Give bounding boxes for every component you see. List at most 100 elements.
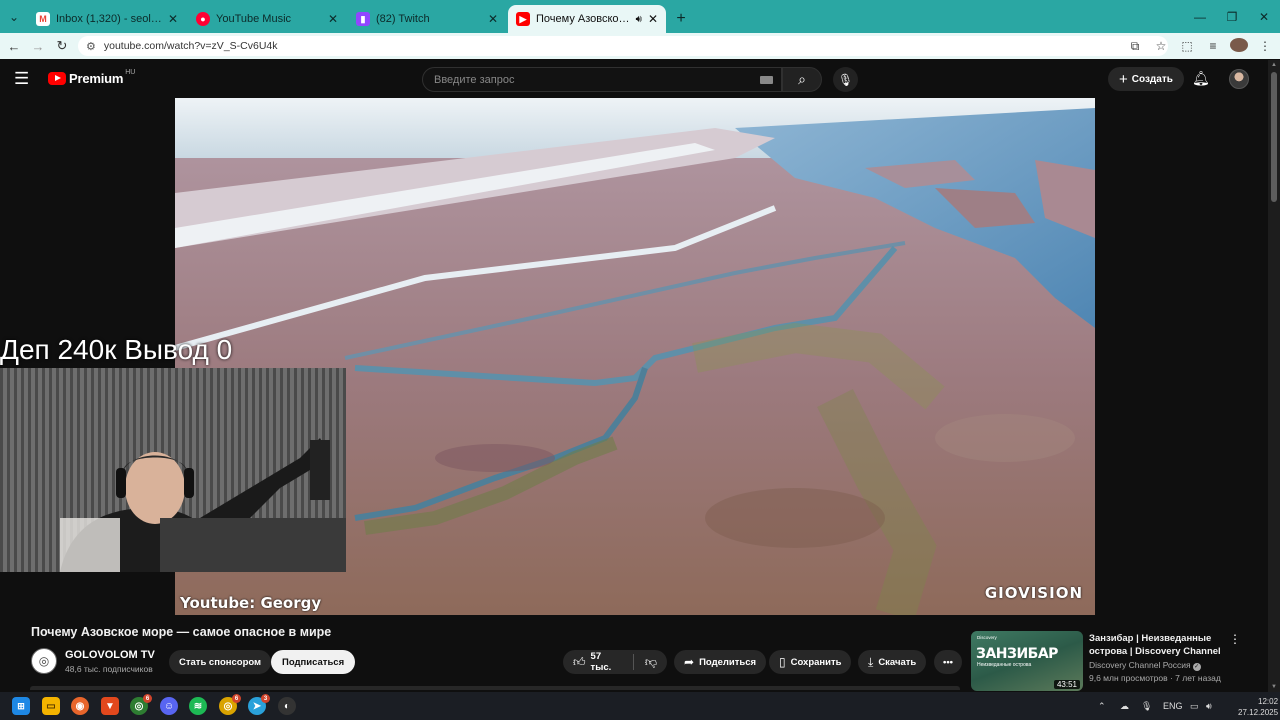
notifications-bell-icon[interactable]: 🔔︎	[1192, 70, 1210, 87]
stream-overlay-text: Деп 240к Вывод 0	[0, 334, 233, 365]
brand-label: Premium	[69, 71, 124, 86]
tray-overflow-icon[interactable]: ⌃	[1098, 692, 1106, 720]
search-box[interactable]	[422, 67, 782, 92]
tab-youtube-music[interactable]: ● YouTube Music ✕	[188, 5, 346, 33]
tab-title: YouTube Music	[216, 13, 292, 25]
tab-title: Почему Азовское море —	[536, 13, 632, 25]
youtube-play-icon	[48, 72, 66, 85]
firefox-icon[interactable]: ◉	[71, 697, 89, 715]
channel-name[interactable]: GOLOVOLOM TV	[65, 649, 155, 661]
cast-icon[interactable]: ⧉	[1126, 39, 1144, 54]
like-count[interactable]: 57 тыс.	[591, 651, 622, 673]
voice-search-button[interactable]: 🎙︎	[833, 67, 858, 92]
chrome-profile-icon[interactable]: ◎ 6	[219, 694, 241, 715]
close-tab-icon[interactable]: ✕	[168, 12, 178, 26]
twitch-icon: ▮	[356, 12, 370, 26]
plus-icon: +	[1119, 70, 1128, 88]
recommended-video-title[interactable]: Занзибар | Неизведанные острова | Discov…	[1089, 632, 1229, 658]
subscribe-button[interactable]: Подписаться	[271, 650, 356, 674]
scroll-up-icon[interactable]: ▲	[1271, 62, 1277, 68]
network-icon[interactable]: ☁︎	[1120, 692, 1129, 720]
browser-menu-icon[interactable]: ⋮	[1256, 39, 1274, 53]
chrome-icon[interactable]: ◎ 6	[130, 694, 152, 715]
mic-icon: 🎙︎	[837, 72, 854, 87]
sponsor-button[interactable]: Стать спонсором	[169, 650, 272, 674]
tab-title: Inbox (1,320) - seolifeinfo@gm	[56, 13, 162, 25]
brave-icon[interactable]: ▼	[101, 697, 119, 715]
recommended-video-thumbnail[interactable]: Discovery ЗАНЗИБАР Неизведанные острова …	[971, 631, 1083, 691]
recommended-channel[interactable]: Discovery Channel Россия ✓	[1089, 660, 1201, 671]
tab-twitch[interactable]: ▮ (82) Twitch ✕	[348, 5, 506, 33]
menu-icon[interactable]: ☰	[14, 70, 32, 88]
channel-avatar[interactable]: ◎	[31, 648, 57, 674]
browser-tab-bar: ⌄ M Inbox (1,320) - seolifeinfo@gm ✕ ● Y…	[0, 0, 1280, 33]
keyboard-icon[interactable]	[760, 76, 773, 84]
minimize-icon[interactable]: —	[1184, 0, 1216, 33]
download-button[interactable]: ⤓ Скачать	[858, 650, 927, 674]
restore-icon[interactable]: ❐	[1216, 0, 1248, 33]
bookmark-star-icon[interactable]: ☆	[1152, 39, 1170, 53]
save-button[interactable]: ▯ Сохранить	[769, 650, 852, 674]
like-dislike-group: 👍︎ 57 тыс. 👎︎	[563, 650, 667, 674]
address-bar[interactable]: ⚙︎ youtube.com/watch?v=zV_S-Cv6U4k	[78, 36, 1168, 56]
extensions-icon[interactable]: ⬚	[1178, 39, 1196, 53]
display-icon[interactable]: ▭	[1190, 692, 1199, 720]
reading-list-icon[interactable]: ≡	[1204, 39, 1222, 53]
file-explorer-icon[interactable]: ▭	[42, 697, 60, 715]
video-duration: 43:51	[1053, 680, 1080, 689]
youtube-logo[interactable]: Premium HU	[48, 69, 135, 86]
mic-tray-icon[interactable]: 🎙︎	[1141, 692, 1152, 720]
system-clock[interactable]: 12:02 27.12.2025	[1238, 696, 1278, 718]
language-indicator[interactable]: ENG	[1163, 692, 1183, 720]
search-button[interactable]: ⌕	[782, 67, 822, 92]
description-box-edge[interactable]	[30, 686, 960, 690]
youtube-icon: ▶	[516, 12, 530, 26]
close-tab-icon[interactable]: ✕	[648, 12, 658, 26]
create-button[interactable]: + Создать	[1108, 67, 1184, 91]
verified-icon: ✓	[1192, 663, 1201, 671]
tab-gmail[interactable]: M Inbox (1,320) - seolifeinfo@gm ✕	[28, 5, 186, 33]
discord-icon[interactable]: ☺	[160, 697, 178, 715]
site-info-icon[interactable]: ⚙︎	[86, 40, 96, 53]
subscriber-count: 48,6 тыс. подписчиков	[65, 664, 153, 674]
tab-search-chevron-icon[interactable]: ⌄	[0, 0, 28, 33]
download-label: Скачать	[878, 656, 917, 668]
account-avatar[interactable]	[1229, 69, 1249, 89]
clock-date: 27.12.2025	[1238, 708, 1279, 717]
telegram-icon[interactable]: ➤ 3	[248, 694, 270, 715]
thumbnail-title: ЗАНЗИБАР	[976, 646, 1058, 662]
close-tab-icon[interactable]: ✕	[488, 12, 498, 26]
volume-icon[interactable]: 🔊︎	[1206, 692, 1212, 720]
search-input[interactable]	[434, 73, 754, 86]
reload-icon[interactable]: ↻	[50, 34, 74, 58]
window-controls: — ❐ ✕	[1184, 0, 1280, 33]
spotify-icon[interactable]: ≋	[189, 697, 207, 715]
youtube-music-icon: ●	[196, 12, 210, 26]
watermark-left: Youtube: Georgy	[180, 594, 322, 612]
url-text: youtube.com/watch?v=zV_S-Cv6U4k	[103, 40, 278, 52]
tab-youtube-active[interactable]: ▶ Почему Азовское море — 🔊︎ ✕	[508, 5, 666, 33]
windows-start-icon[interactable]: ⊞	[12, 697, 30, 715]
new-tab-button[interactable]: +	[668, 5, 694, 33]
scrollbar-thumb[interactable]	[1271, 72, 1277, 202]
search-icon: ⌕	[798, 71, 806, 87]
toolbar-actions: ⧉ ☆ ⬚ ≡ ⋮	[1126, 33, 1274, 59]
recommendation-menu-icon[interactable]: ⋮	[1229, 632, 1241, 646]
like-icon[interactable]: 👍︎	[573, 655, 586, 670]
tab-title: (82) Twitch	[376, 13, 430, 25]
speaker-icon[interactable]: 🔊︎	[636, 14, 642, 25]
dislike-icon[interactable]: 👎︎	[645, 655, 657, 670]
scroll-down-icon[interactable]: ▼	[1271, 684, 1277, 690]
page-scrollbar[interactable]: ▲ ▼	[1268, 60, 1280, 692]
more-actions-button[interactable]: •••	[934, 650, 962, 674]
chrome-badge: 6	[143, 694, 152, 703]
profile-avatar-icon[interactable]	[1230, 37, 1248, 55]
share-label: Поделиться	[699, 656, 757, 668]
thumbnail-subtitle: Неизведанные острова	[977, 662, 1032, 668]
close-tab-icon[interactable]: ✕	[328, 12, 338, 26]
forward-arrow-icon[interactable]: →	[26, 34, 50, 58]
obs-icon[interactable]: ◐	[278, 697, 296, 715]
close-window-icon[interactable]: ✕	[1248, 0, 1280, 33]
share-button[interactable]: ➦ Поделиться	[674, 650, 767, 674]
back-arrow-icon[interactable]: ←	[2, 34, 26, 58]
